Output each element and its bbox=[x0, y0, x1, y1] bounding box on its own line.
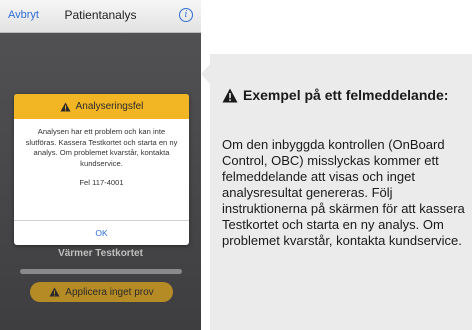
device-screen: Avbryt Patientanalys i Analyseringsfel A… bbox=[0, 0, 201, 330]
navigation-bar: Avbryt Patientanalys i bbox=[0, 0, 201, 33]
callout-panel: Exempel på ett felmeddelande: Om den inb… bbox=[201, 0, 472, 330]
error-dialog: Analyseringsfel Analysen har ett problem… bbox=[14, 94, 189, 245]
ok-button[interactable]: OK bbox=[14, 221, 189, 245]
warning-icon bbox=[222, 88, 238, 103]
dialog-header: Analyseringsfel bbox=[14, 94, 189, 119]
callout-title: Exempel på ett felmeddelande: bbox=[243, 87, 449, 103]
status-text: Värmer Testkortet bbox=[58, 248, 143, 259]
error-code: Fel 117-4001 bbox=[79, 178, 124, 187]
callout-text: Om den inbyggda kontrollen (OnBoard Cont… bbox=[222, 137, 465, 248]
screen-title: Patientanalys bbox=[64, 8, 137, 22]
do-not-apply-sample-prompt: Applicera inget prov bbox=[30, 282, 173, 302]
prompt-label: Applicera inget prov bbox=[65, 286, 154, 298]
progress-bar bbox=[20, 269, 182, 274]
warning-icon bbox=[60, 102, 71, 111]
callout-pointer bbox=[201, 64, 210, 84]
warning-icon bbox=[49, 287, 60, 297]
dialog-title: Analyseringsfel bbox=[75, 101, 144, 112]
dialog-message: Analysen har ett problem och kan inte sl… bbox=[25, 127, 178, 168]
info-icon[interactable]: i bbox=[179, 8, 193, 22]
